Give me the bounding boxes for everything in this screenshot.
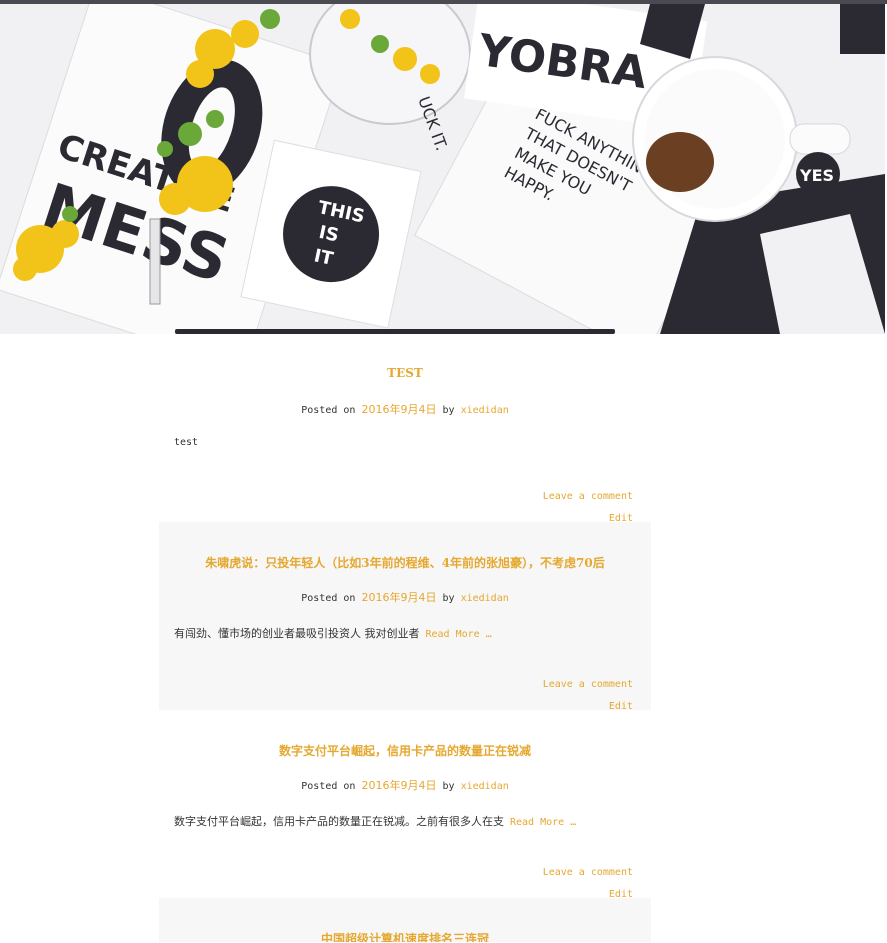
read-more-link[interactable]: Read More … <box>510 817 576 828</box>
post-title-link[interactable]: 中国超级计算机速度排名三连冠 <box>159 930 651 942</box>
post-date-link[interactable]: 2016年9月4日 <box>361 591 436 604</box>
post-excerpt: 有闯劲、懂市场的创业者最吸引投资人 我对创业者 Read More … <box>174 625 492 641</box>
post-list: TEST Posted on 2016年9月4日 by xiedidan tes… <box>159 334 651 942</box>
post-excerpt: 数字支付平台崛起，信用卡产品的数量正在锐减。之前有很多人在支 Read More … <box>174 813 576 829</box>
leave-comment-link[interactable]: Leave a comment <box>543 867 633 878</box>
post-meta: Posted on 2016年9月4日 by xiedidan <box>159 777 651 793</box>
post-title-link[interactable]: 数字支付平台崛起，信用卡产品的数量正在锐减 <box>159 742 651 759</box>
posted-on-label: Posted on <box>301 781 356 792</box>
post: 中国超级计算机速度排名三连冠 <box>159 898 651 942</box>
post: 朱啸虎说：只投年轻人（比如3年前的程维、4年前的张旭豪），不考虑70后 Post… <box>159 522 651 712</box>
post: 数字支付平台崛起，信用卡产品的数量正在锐减 Posted on 2016年9月4… <box>159 710 651 900</box>
post-title-link[interactable]: 朱啸虎说：只投年轻人（比如3年前的程维、4年前的张旭豪），不考虑70后 <box>159 554 651 571</box>
author-link[interactable]: xiedidan <box>461 593 509 604</box>
yes-text: YES <box>799 166 834 185</box>
read-more-link[interactable]: Read More … <box>426 629 492 640</box>
leave-comment-link[interactable]: Leave a comment <box>543 679 633 690</box>
posted-on-label: Posted on <box>301 593 356 604</box>
by-label: by <box>442 405 455 416</box>
author-link[interactable]: xiedidan <box>461 781 509 792</box>
by-label: by <box>442 781 455 792</box>
author-link[interactable]: xiedidan <box>461 405 509 416</box>
header-photo: CREATIVE MESS THIS IS IT FUCK ANYTHING T… <box>0 4 885 334</box>
header-image: CREATIVE MESS THIS IS IT FUCK ANYTHING T… <box>0 4 885 334</box>
post-date-link[interactable]: 2016年9月4日 <box>361 403 436 416</box>
post: TEST Posted on 2016年9月4日 by xiedidan tes… <box>159 334 651 524</box>
post-excerpt: test <box>174 437 198 448</box>
posted-on-label: Posted on <box>301 405 356 416</box>
post-title-link[interactable]: TEST <box>159 366 651 380</box>
post-meta: Posted on 2016年9月4日 by xiedidan <box>159 589 651 605</box>
post-excerpt-text: test <box>174 437 199 448</box>
post-excerpt-text: 数字支付平台崛起，信用卡产品的数量正在锐减。之前有很多人在支 <box>174 815 504 828</box>
post-excerpt-text: 有闯劲、懂市场的创业者最吸引投资人 我对创业者 <box>174 627 420 640</box>
by-label: by <box>442 593 455 604</box>
leave-comment-link[interactable]: Leave a comment <box>543 491 633 502</box>
post-meta: Posted on 2016年9月4日 by xiedidan <box>159 401 651 417</box>
post-date-link[interactable]: 2016年9月4日 <box>361 779 436 792</box>
